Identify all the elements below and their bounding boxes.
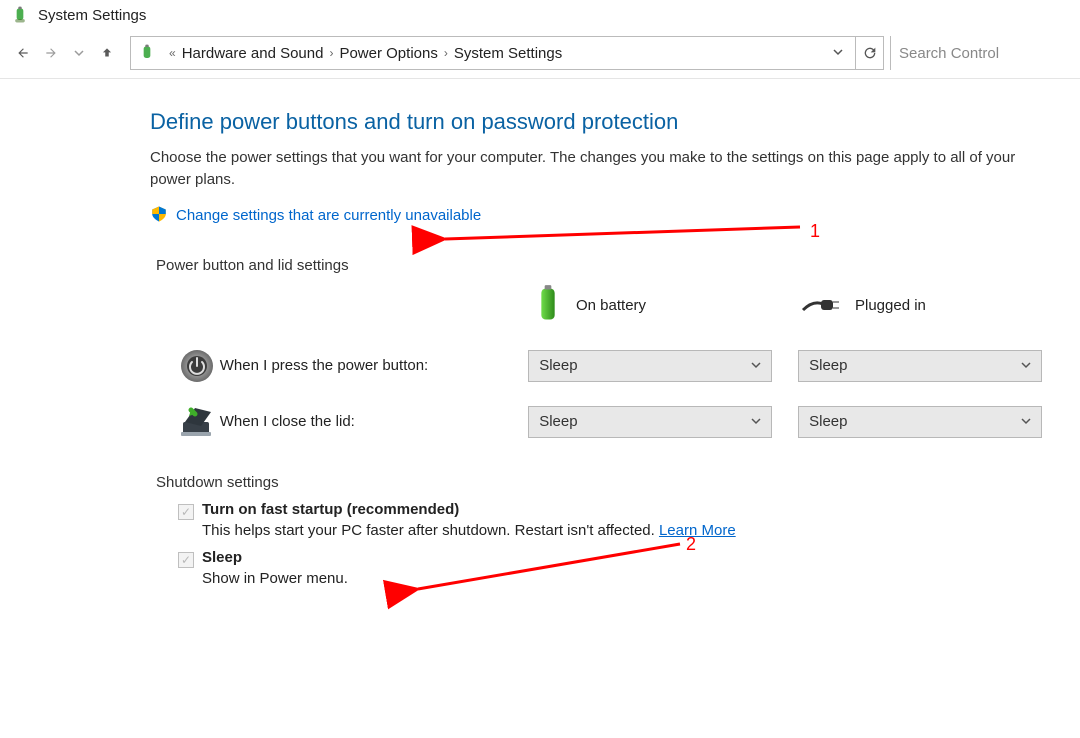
chevron-right-icon: › xyxy=(438,46,454,60)
chevron-down-icon xyxy=(1021,357,1031,374)
window-title: System Settings xyxy=(38,7,146,24)
forward-button[interactable] xyxy=(38,40,64,66)
checkbox[interactable]: ✓ xyxy=(178,552,194,568)
nav-bar: « Hardware and Sound › Power Options › S… xyxy=(0,30,1080,79)
refresh-button[interactable] xyxy=(856,36,884,70)
checkbox-label: Sleep xyxy=(202,549,242,566)
power-button-icon xyxy=(174,348,220,384)
chevron-right-icon: › xyxy=(323,46,339,60)
checkbox-label: Turn on fast startup (recommended) xyxy=(202,501,459,518)
setting-row-power-button: When I press the power button: Sleep Sle… xyxy=(174,348,1042,384)
checkbox-fast-startup: ✓ Turn on fast startup (recommended) xyxy=(178,501,1042,520)
check-icon: ✓ xyxy=(181,506,191,518)
checkbox-description: This helps start your PC faster after sh… xyxy=(202,522,655,539)
page-heading: Define power buttons and turn on passwor… xyxy=(150,109,1042,135)
breadcrumb-part[interactable]: Hardware and Sound xyxy=(182,45,324,62)
main-content: Define power buttons and turn on passwor… xyxy=(0,79,1060,607)
power-options-icon xyxy=(137,43,157,63)
page-description: Choose the power settings that you want … xyxy=(150,147,1042,191)
section-power-lid-title: Power button and lid settings xyxy=(156,257,1042,274)
battery-icon xyxy=(534,284,562,328)
power-options-icon xyxy=(10,5,30,25)
power-button-plugged-select[interactable]: Sleep xyxy=(798,350,1042,382)
chevron-down-icon xyxy=(751,357,761,374)
search-input[interactable]: Search Control xyxy=(890,36,1070,70)
annotation-label-2: 2 xyxy=(686,534,696,555)
annotation-arrow-1 xyxy=(445,227,800,239)
close-lid-plugged-select[interactable]: Sleep xyxy=(798,406,1042,438)
setting-row-close-lid: When I close the lid: Sleep Sleep xyxy=(174,404,1042,440)
recent-locations-button[interactable] xyxy=(66,40,92,66)
check-icon: ✓ xyxy=(181,554,191,566)
window-titlebar: System Settings xyxy=(0,0,1080,30)
checkbox-description: Show in Power menu. xyxy=(202,570,348,587)
change-unavailable-settings-link[interactable]: Change settings that are currently unava… xyxy=(176,207,481,224)
setting-label: When I close the lid: xyxy=(220,413,528,430)
breadcrumb-overflow-icon[interactable]: « xyxy=(163,46,182,60)
chevron-down-icon xyxy=(1021,413,1031,430)
setting-label: When I press the power button: xyxy=(220,357,528,374)
close-lid-battery-select[interactable]: Sleep xyxy=(528,406,772,438)
chevron-down-icon[interactable] xyxy=(827,46,849,60)
annotation-label-1: 1 xyxy=(810,221,820,242)
checkbox-sleep: ✓ Sleep xyxy=(178,549,1042,568)
back-button[interactable] xyxy=(10,40,36,66)
checkbox[interactable]: ✓ xyxy=(178,504,194,520)
learn-more-link[interactable]: Learn More xyxy=(659,522,736,539)
breadcrumb-part[interactable]: System Settings xyxy=(454,45,562,62)
laptop-lid-icon xyxy=(174,404,220,440)
plug-icon xyxy=(801,290,841,322)
column-plugged-label: Plugged in xyxy=(855,297,926,314)
up-button[interactable] xyxy=(94,40,120,66)
breadcrumb-part[interactable]: Power Options xyxy=(339,45,437,62)
chevron-down-icon xyxy=(751,413,761,430)
column-battery-label: On battery xyxy=(576,297,646,314)
uac-shield-icon xyxy=(150,205,168,227)
power-button-battery-select[interactable]: Sleep xyxy=(528,350,772,382)
breadcrumb-path[interactable]: « Hardware and Sound › Power Options › S… xyxy=(130,36,856,70)
section-shutdown-title: Shutdown settings xyxy=(156,474,1042,491)
